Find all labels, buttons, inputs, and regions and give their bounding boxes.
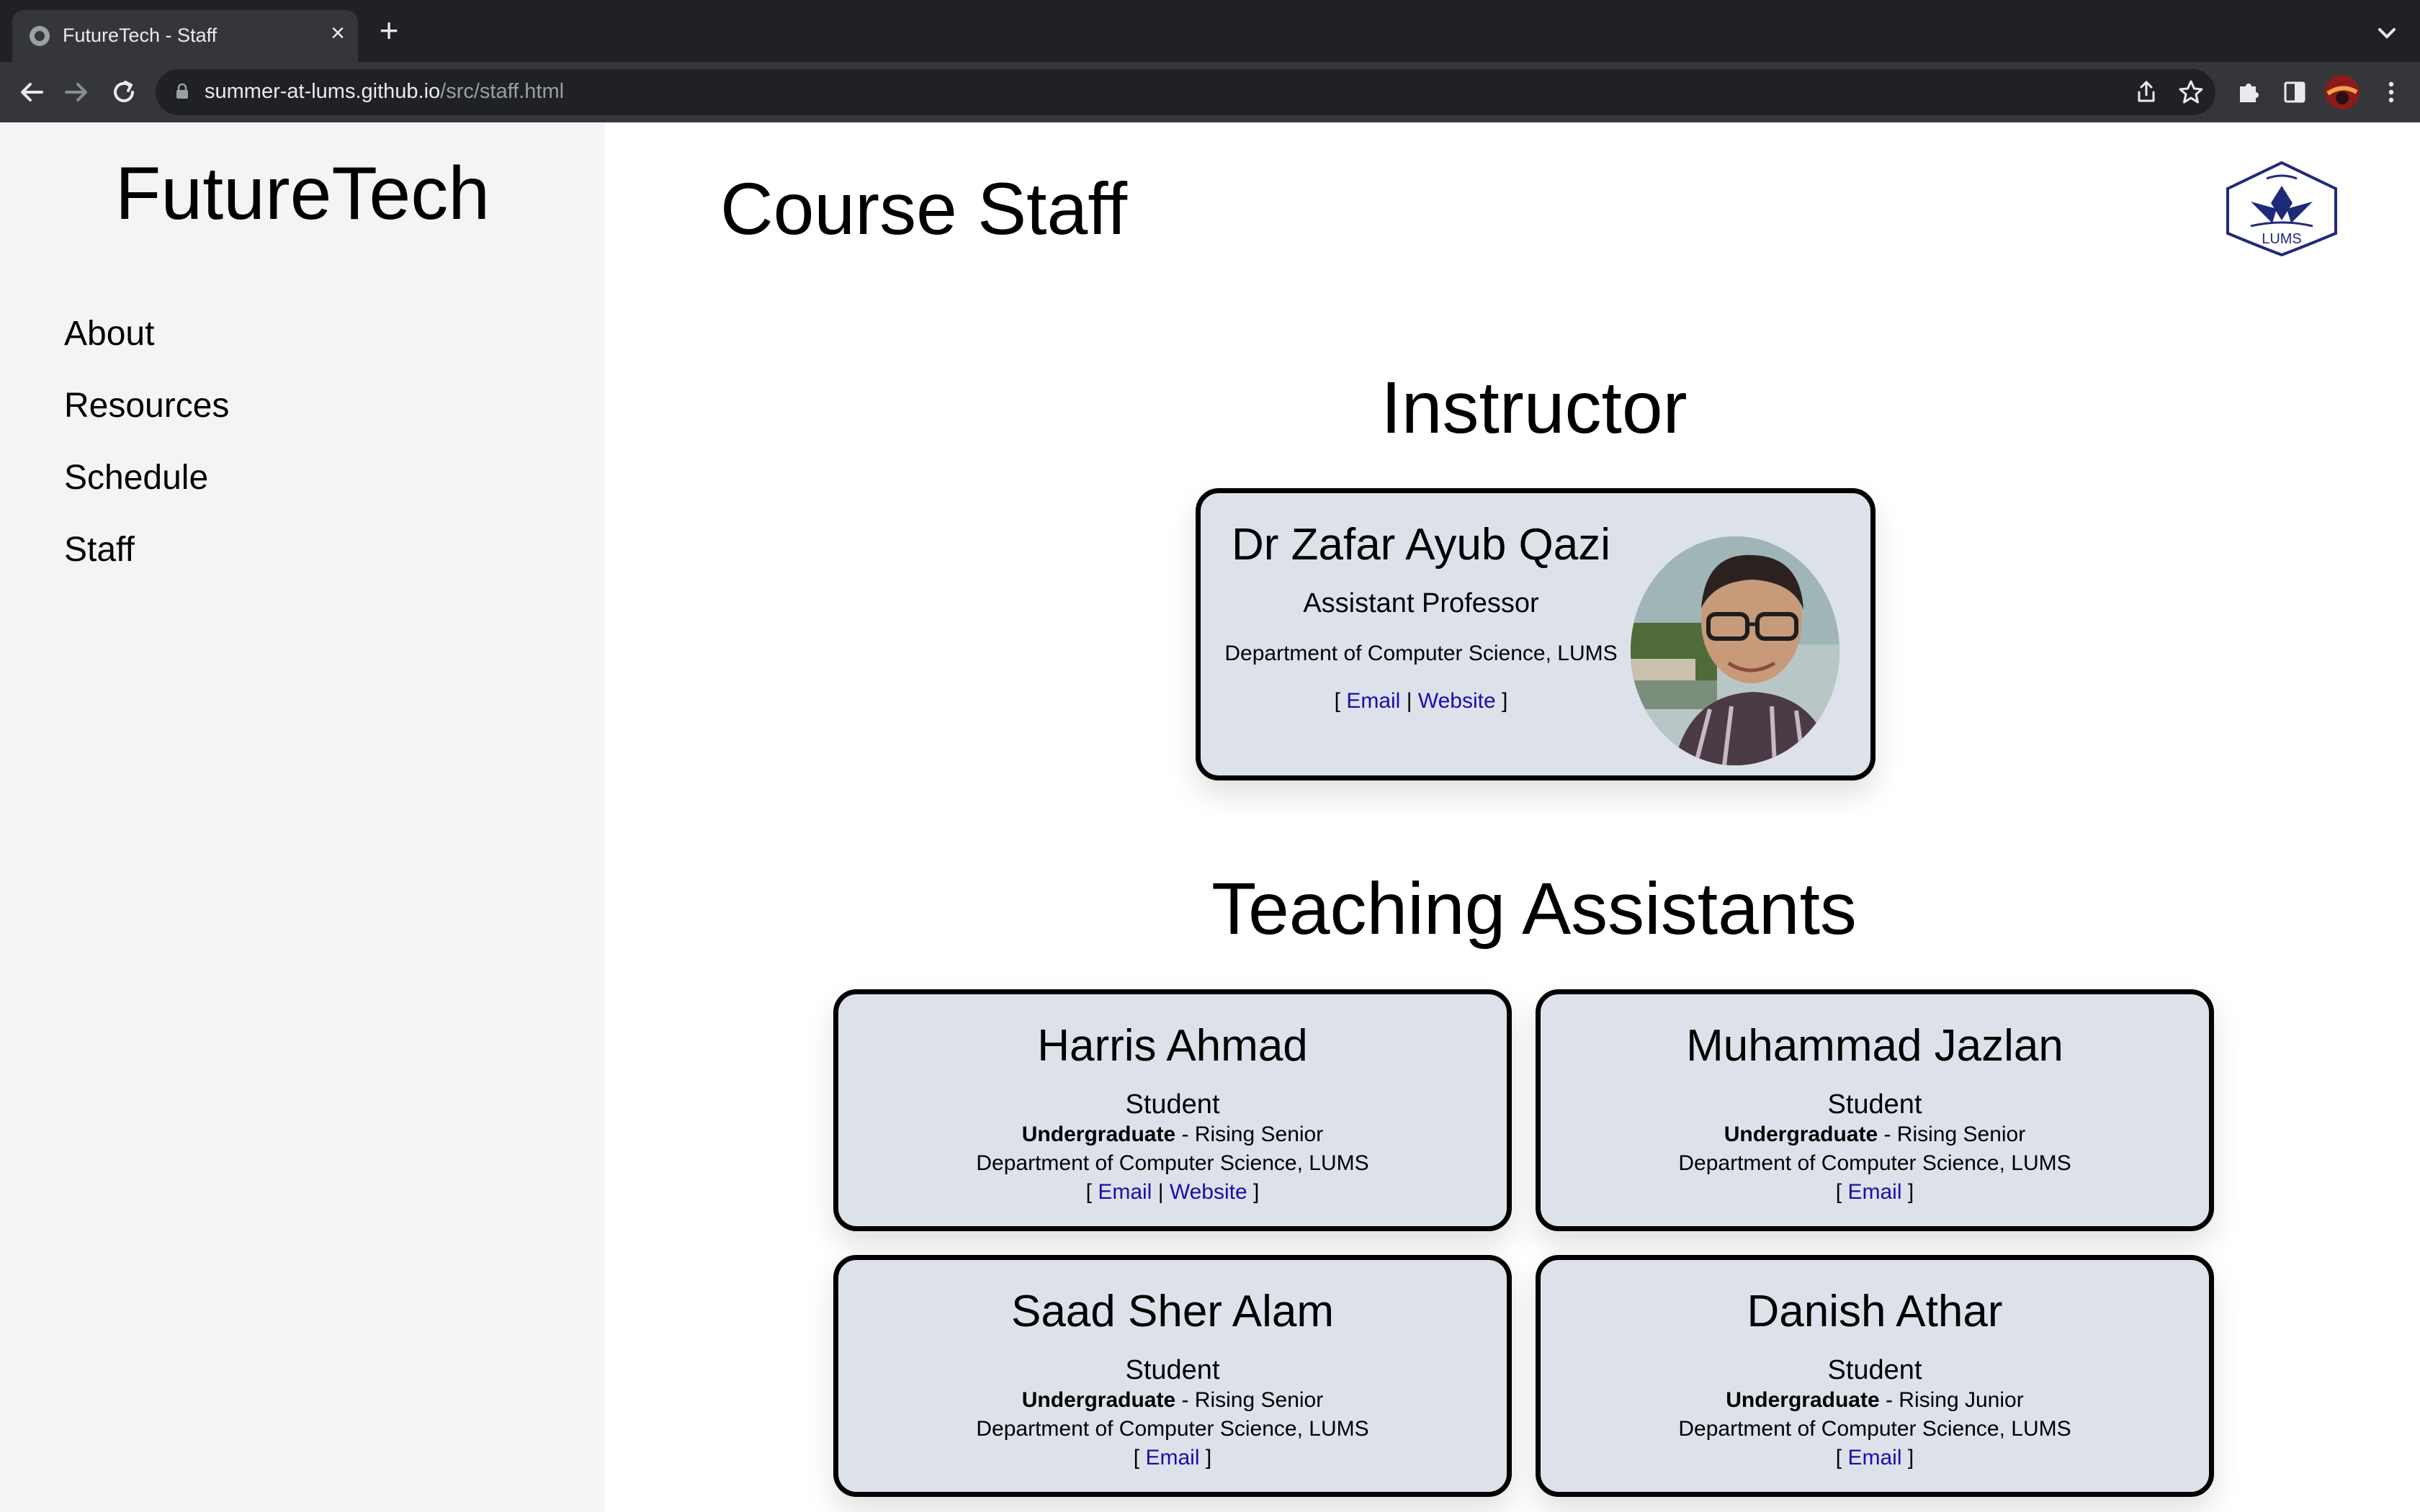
- ta-heading: Teaching Assistants: [1211, 868, 1857, 950]
- ta-links: [ Email ]: [1835, 1446, 1914, 1470]
- ta-card: Danish Athar Student Undergraduate - Ris…: [1536, 1255, 2214, 1497]
- nav-staff[interactable]: Staff: [64, 530, 135, 570]
- more-vertical-icon[interactable]: [2375, 76, 2407, 108]
- ta-role: Student: [1125, 1355, 1220, 1385]
- browser-tab[interactable]: FutureTech - Staff ×: [12, 10, 358, 62]
- sidebar: FutureTech About Resources Schedule Staf…: [0, 122, 605, 1512]
- nav-about[interactable]: About: [64, 314, 154, 354]
- ta-department: Department of Computer Science, LUMS: [1678, 1151, 2071, 1175]
- ta-name: Harris Ahmad: [1037, 1021, 1308, 1071]
- lock-icon: [176, 84, 188, 99]
- tab-title: FutureTech - Staff: [63, 24, 218, 46]
- ta-card: Muhammad Jazlan Student Undergraduate - …: [1536, 989, 2214, 1231]
- url-text: summer-at-lums.github.io/src/staff.html: [205, 80, 565, 103]
- browser-toolbar: summer-at-lums.github.io/src/staff.html: [0, 62, 2420, 122]
- ta-standing: Undergraduate - Rising Senior: [1021, 1388, 1324, 1412]
- close-tab-icon[interactable]: ×: [323, 19, 352, 48]
- address-bar[interactable]: summer-at-lums.github.io/src/staff.html: [156, 69, 2215, 115]
- reload-icon[interactable]: [107, 75, 141, 109]
- instructor-photo: [1631, 536, 1839, 765]
- instructor-website-link[interactable]: Website: [1418, 689, 1496, 713]
- ta-department: Department of Computer Science, LUMS: [976, 1151, 1369, 1175]
- ta-email-link[interactable]: Email: [1145, 1446, 1199, 1470]
- ta-website-link[interactable]: Website: [1170, 1180, 1247, 1204]
- globe-icon: [30, 26, 50, 46]
- ta-name: Muhammad Jazlan: [1686, 1021, 2063, 1071]
- profile-avatar[interactable]: [2323, 73, 2361, 111]
- new-tab-button[interactable]: +: [373, 14, 405, 48]
- ta-email-link[interactable]: Email: [1847, 1446, 1901, 1470]
- share-icon[interactable]: [2130, 76, 2162, 108]
- ta-links: [ Email ]: [1133, 1446, 1212, 1470]
- ta-email-link[interactable]: Email: [1098, 1180, 1152, 1204]
- ta-name: Danish Athar: [1747, 1287, 2003, 1336]
- ta-department: Department of Computer Science, LUMS: [976, 1417, 1369, 1441]
- nav-resources[interactable]: Resources: [64, 386, 229, 426]
- browser-tab-bar: FutureTech - Staff × +: [0, 0, 2420, 62]
- instructor-email-link[interactable]: Email: [1346, 689, 1400, 713]
- instructor-card: Dr Zafar Ayub Qazi Assistant Professor D…: [1196, 488, 1876, 780]
- ta-card: Harris Ahmad Student Undergraduate - Ris…: [833, 989, 1512, 1231]
- forward-arrow-icon[interactable]: [59, 75, 94, 109]
- instructor-department: Department of Computer Science, LUMS: [1224, 642, 1618, 665]
- back-arrow-icon[interactable]: [14, 75, 49, 109]
- logo-text: LUMS: [2262, 231, 2302, 247]
- ta-standing: Undergraduate - Rising Junior: [1726, 1388, 2024, 1412]
- ta-department: Department of Computer Science, LUMS: [1678, 1417, 2071, 1441]
- ta-links: [ Email ]: [1835, 1180, 1914, 1204]
- site-title[interactable]: FutureTech: [0, 151, 605, 237]
- ta-email-link[interactable]: Email: [1847, 1180, 1901, 1204]
- ta-standing: Undergraduate - Rising Senior: [1724, 1122, 2026, 1146]
- chevron-down-icon[interactable]: [2372, 19, 2401, 48]
- ta-role: Student: [1827, 1355, 1922, 1385]
- extensions-puzzle-icon[interactable]: [2233, 76, 2264, 108]
- side-panel-icon[interactable]: [2279, 76, 2311, 108]
- instructor-heading: Instructor: [1381, 366, 1688, 449]
- ta-name: Saad Sher Alam: [1010, 1287, 1335, 1336]
- ta-role: Student: [1125, 1089, 1220, 1120]
- instructor-title: Assistant Professor: [1303, 588, 1539, 618]
- ta-links: [ Email | Website ]: [1085, 1180, 1260, 1204]
- ta-role: Student: [1827, 1089, 1922, 1120]
- bookmark-star-icon[interactable]: [2175, 76, 2207, 108]
- nav-schedule[interactable]: Schedule: [64, 458, 208, 498]
- instructor-name: Dr Zafar Ayub Qazi: [1231, 520, 1611, 570]
- lums-logo: LUMS: [2226, 161, 2337, 257]
- instructor-links: [ Email | Website ]: [1334, 689, 1508, 713]
- page-title: Course Staff: [720, 168, 1128, 250]
- ta-standing: Undergraduate - Rising Senior: [1021, 1122, 1324, 1146]
- ta-card: Saad Sher Alam Student Undergraduate - R…: [833, 1255, 1512, 1497]
